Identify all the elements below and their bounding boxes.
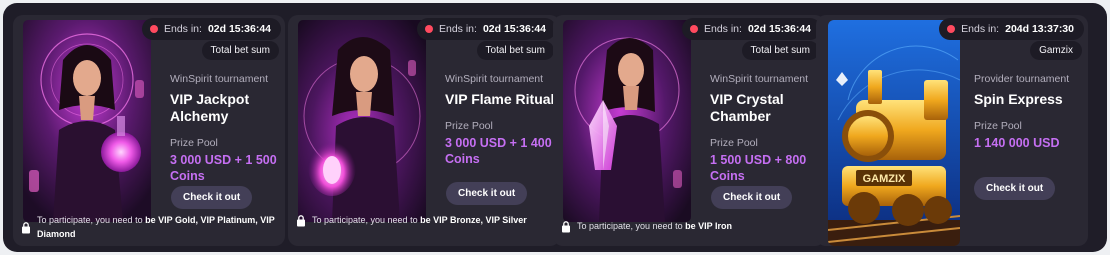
timer-label: Ends in: [439, 23, 477, 35]
check-it-out-button[interactable]: Check it out [711, 186, 793, 209]
tournament-title: VIP Flame Ritual [445, 91, 555, 107]
golden-train-art[interactable]: GAMZIX [828, 20, 960, 246]
status-dot-icon [150, 25, 158, 33]
lock-icon [22, 222, 30, 234]
tournament-metric-badge: Total bet sum [741, 41, 819, 60]
sorceress-flame-art[interactable] [298, 20, 426, 222]
prize-pool-value: 3 000 USD + 1 500 Coins [170, 153, 277, 183]
condition-text: To participate, you need to [577, 221, 683, 231]
lock-icon [297, 215, 305, 227]
tournaments-carousel: Ends in: 02d 15:36:44 Total bet sum WinS… [3, 3, 1107, 252]
tournament-type: WinSpirit tournament [710, 73, 809, 85]
condition-text: To participate, you need to [312, 215, 418, 225]
check-it-out-button[interactable]: Check it out [974, 177, 1056, 200]
prize-pool-label: Prize Pool [974, 120, 1022, 132]
provider-badge: Gamzix [1030, 41, 1082, 60]
sorceress-crystal-art[interactable] [563, 20, 691, 222]
tournament-metric-badge: Total bet sum [201, 41, 279, 60]
status-dot-icon [690, 25, 698, 33]
participation-condition: To participate, you need to be VIP Iron [561, 219, 821, 233]
timer-value: 02d 15:36:44 [207, 23, 271, 35]
status-dot-icon [425, 25, 433, 33]
prize-pool-value: 1 140 000 USD [974, 136, 1060, 150]
timer-label: Ends in: [961, 23, 1000, 35]
tournament-type: WinSpirit tournament [170, 73, 269, 85]
prize-pool-value: 3 000 USD + 1 400 Coins [445, 136, 552, 166]
timer-value: 02d 15:36:44 [482, 23, 546, 35]
lock-icon [562, 221, 570, 233]
tournament-card[interactable]: Ends in: 02d 15:36:44 Total bet sum WinS… [553, 15, 825, 246]
condition-vip-levels: be VIP Iron [685, 221, 732, 231]
status-dot-icon [947, 25, 956, 33]
timer-label: Ends in: [704, 23, 742, 35]
condition-text: To participate, you need to [37, 215, 143, 225]
countdown-timer: Ends in: 02d 15:36:44 [682, 18, 821, 40]
timer-value: 02d 15:36:44 [747, 23, 811, 35]
timer-value: 204d 13:37:30 [1005, 23, 1074, 35]
prize-pool-label: Prize Pool [445, 120, 493, 132]
participation-condition: To participate, you need to be VIP Bronz… [296, 213, 556, 227]
sorceress-potion-art[interactable] [23, 20, 151, 222]
tournament-title: Spin Express [974, 91, 1063, 107]
prize-pool-label: Prize Pool [170, 137, 218, 149]
tournament-metric-badge: Total bet sum [476, 41, 554, 60]
timer-label: Ends in: [164, 23, 202, 35]
tournament-type: Provider tournament [974, 73, 1070, 85]
gamzix-logo-text: GAMZIX [863, 173, 906, 185]
condition-vip-levels: be VIP Bronze, VIP Silver [420, 215, 527, 225]
check-it-out-button[interactable]: Check it out [171, 186, 253, 209]
tournament-type: WinSpirit tournament [445, 73, 544, 85]
prize-pool-value: 1 500 USD + 800 Coins [710, 153, 807, 183]
countdown-timer: Ends in: 02d 15:36:44 [142, 18, 281, 40]
prize-pool-label: Prize Pool [710, 137, 758, 149]
tournament-title: VIP Jackpot Alchemy [170, 91, 250, 124]
countdown-timer: Ends in: 02d 15:36:44 [417, 18, 556, 40]
participation-condition: To participate, you need to be VIP Gold,… [21, 213, 281, 241]
check-it-out-button[interactable]: Check it out [446, 182, 528, 205]
countdown-timer: Ends in: 204d 13:37:30 [939, 18, 1084, 40]
tournament-card[interactable]: GAMZIX Ends in: 204d 13:37:30 Gamzix Pro… [816, 15, 1088, 246]
tournament-card[interactable]: Ends in: 02d 15:36:44 Total bet sum WinS… [288, 15, 560, 246]
tournament-card[interactable]: Ends in: 02d 15:36:44 Total bet sum WinS… [13, 15, 285, 246]
tournament-title: VIP Crystal Chamber [710, 91, 784, 124]
